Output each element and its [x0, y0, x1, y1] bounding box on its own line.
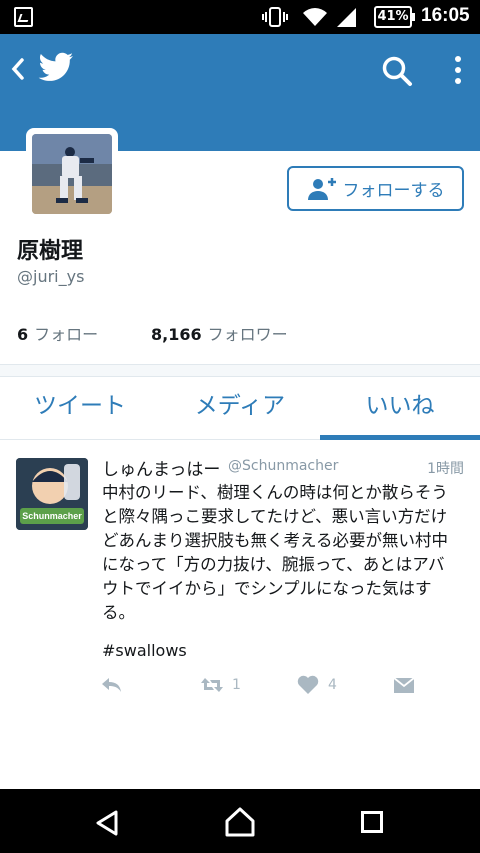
profile-tabs: ツイート メディア いいね	[0, 377, 480, 440]
following-stat[interactable]: 6 フォロー	[17, 321, 151, 345]
system-nav-bar	[0, 789, 480, 853]
following-label: フォロー	[34, 325, 99, 344]
retweet-button[interactable]: 1	[200, 674, 241, 696]
retweet-count: 1	[232, 677, 241, 693]
battery-indicator: 41%	[374, 6, 415, 28]
followers-stat[interactable]: 8,166 フォロワー	[151, 321, 288, 345]
photo-notification-icon	[14, 7, 33, 27]
profile-name: 原樹理	[17, 239, 84, 264]
envelope-icon	[393, 677, 415, 693]
followers-label: フォロワー	[207, 325, 288, 344]
reply-button[interactable]	[100, 674, 124, 696]
section-divider	[0, 364, 480, 377]
nav-back-icon[interactable]	[94, 809, 122, 837]
followers-count: 8,166	[151, 325, 202, 344]
status-time: 16:05	[421, 5, 470, 26]
add-user-icon	[307, 177, 336, 200]
chevron-left-icon[interactable]	[6, 54, 30, 84]
follow-button-label: フォローする	[342, 181, 445, 201]
tweet-author-name[interactable]: しゅんまっはー	[102, 455, 220, 480]
more-vertical-icon[interactable]	[446, 54, 470, 88]
tab-tweets[interactable]: ツイート	[0, 377, 160, 439]
wifi-icon	[303, 8, 327, 26]
like-button[interactable]: 4	[296, 674, 337, 696]
like-count: 4	[328, 677, 337, 693]
direct-message-button[interactable]	[392, 674, 416, 696]
avatar-text: Schunmacher	[22, 511, 82, 521]
follow-button[interactable]: フォローする	[287, 166, 464, 211]
vibrate-icon	[262, 7, 288, 27]
tweet-item[interactable]: Schunmacher しゅんまっはー @Schunmacher 1時間 中村の…	[0, 441, 480, 711]
avatar-photo	[32, 134, 112, 214]
nav-home-icon[interactable]	[224, 806, 256, 838]
signal-icon	[337, 8, 356, 27]
nav-recent-apps-icon[interactable]	[361, 811, 383, 833]
profile-handle: @juri_ys	[17, 267, 85, 286]
tweet-author-handle: @Schunmacher	[228, 458, 339, 474]
tweet-header: しゅんまっはー @Schunmacher 1時間	[102, 455, 464, 481]
reply-icon	[102, 678, 121, 692]
profile-stats: 6 フォロー 8,166 フォロワー	[17, 321, 288, 345]
profile-avatar[interactable]	[26, 128, 118, 220]
twitter-bird-icon[interactable]	[38, 52, 74, 84]
tweet-text: 中村のリード、樹理くんの時は何とか散らそうと際々隅っこ要求してたけど、悪い言い方…	[102, 483, 449, 622]
retweet-icon	[201, 678, 223, 692]
tweet-hashtag[interactable]: #swallows	[102, 641, 187, 660]
baseball-player-image	[32, 134, 112, 214]
tab-media[interactable]: メディア	[160, 377, 320, 439]
tab-likes[interactable]: いいね	[320, 377, 480, 440]
tweet-author-avatar[interactable]: Schunmacher	[16, 458, 88, 530]
tweet-actions: 1 4	[100, 674, 420, 700]
tweet-timestamp: 1時間	[427, 461, 464, 477]
heart-icon	[297, 675, 319, 694]
search-icon[interactable]	[380, 54, 414, 88]
status-bar: 41% 16:05	[0, 0, 480, 34]
following-count: 6	[17, 325, 29, 344]
